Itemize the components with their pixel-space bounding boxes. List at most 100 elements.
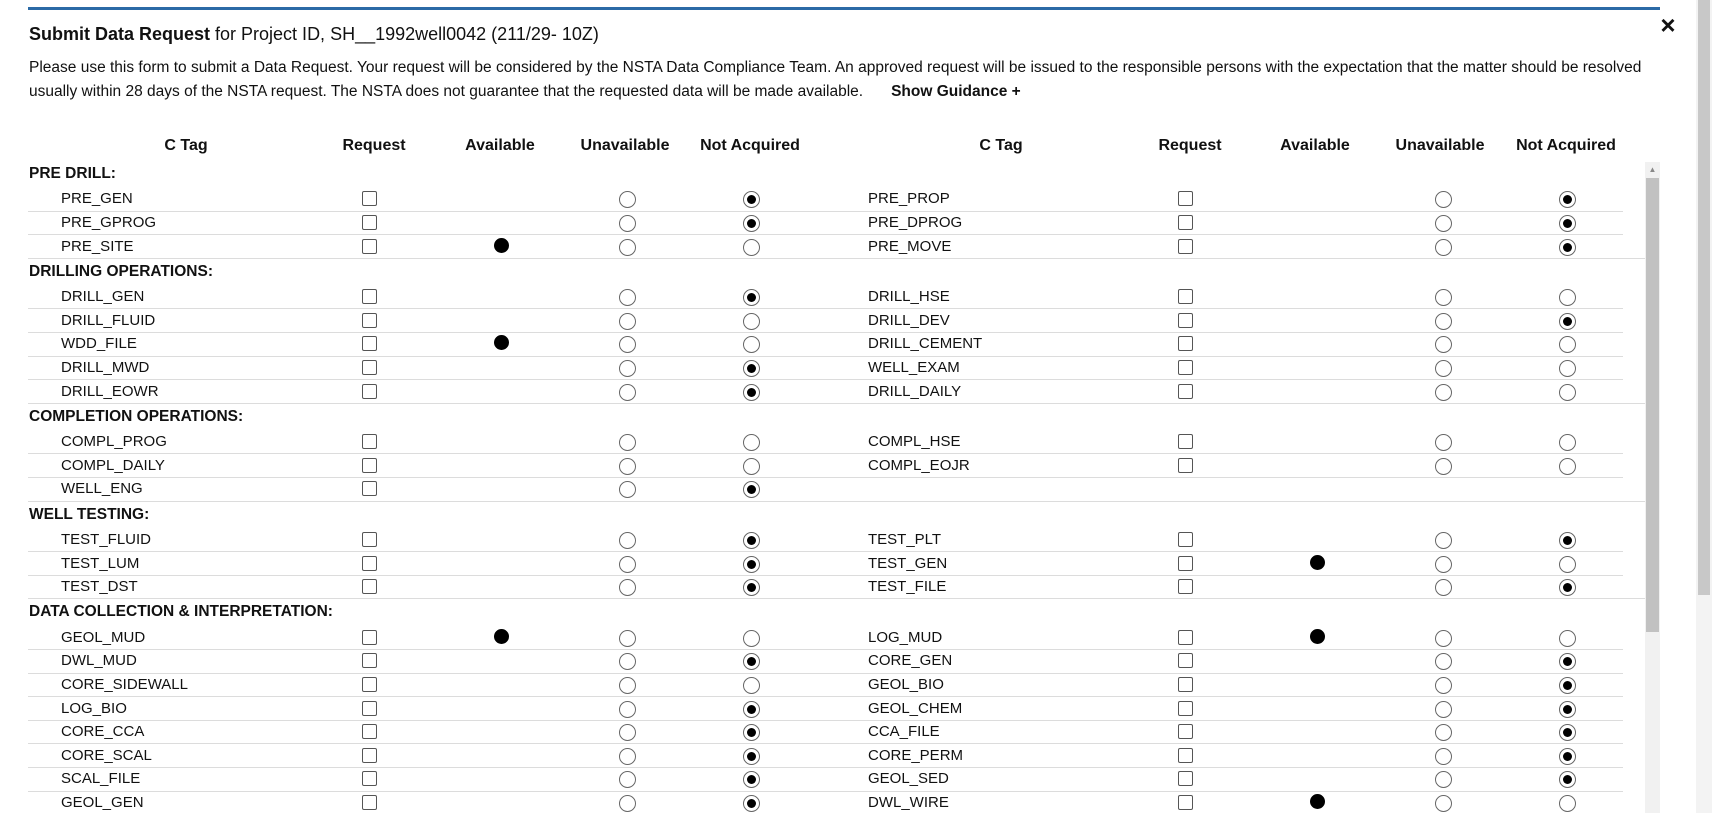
not-acquired-radio[interactable] [743,794,760,812]
unavailable-radio[interactable] [1435,771,1452,789]
unavailable-radio[interactable] [1435,579,1452,597]
unavailable-radio[interactable] [1435,359,1452,377]
not-acquired-radio[interactable] [743,629,760,647]
not-acquired-radio[interactable] [1559,700,1576,718]
unavailable-radio[interactable] [619,481,636,499]
table-scrollbar[interactable]: ▲ [1645,162,1660,813]
not-acquired-radio[interactable] [1559,312,1576,330]
not-acquired-radio[interactable] [743,531,760,549]
not-acquired-radio[interactable] [1559,191,1576,209]
request-checkbox[interactable] [362,481,377,497]
not-acquired-radio[interactable] [743,555,760,573]
not-acquired-radio[interactable] [743,653,760,671]
not-acquired-radio[interactable] [1559,531,1576,549]
request-checkbox[interactable] [362,457,377,473]
request-checkbox[interactable] [1178,457,1193,473]
request-checkbox[interactable] [362,771,377,787]
not-acquired-radio[interactable] [743,336,760,354]
unavailable-radio[interactable] [1435,747,1452,765]
not-acquired-radio[interactable] [743,771,760,789]
not-acquired-radio[interactable] [743,289,760,307]
not-acquired-radio[interactable] [1559,771,1576,789]
unavailable-radio[interactable] [619,359,636,377]
not-acquired-radio[interactable] [743,724,760,742]
request-checkbox[interactable] [362,555,377,571]
show-guidance-link[interactable]: Show Guidance + [891,83,1021,100]
unavailable-radio[interactable] [619,747,636,765]
unavailable-radio[interactable] [1435,457,1452,475]
unavailable-radio[interactable] [619,312,636,330]
request-checkbox[interactable] [362,359,377,375]
not-acquired-radio[interactable] [1559,383,1576,401]
table-scroll-thumb[interactable] [1646,178,1659,632]
request-checkbox[interactable] [362,289,377,305]
unavailable-radio[interactable] [1435,700,1452,718]
unavailable-radio[interactable] [1435,434,1452,452]
request-checkbox[interactable] [362,238,377,254]
unavailable-radio[interactable] [1435,653,1452,671]
request-checkbox[interactable] [1178,579,1193,595]
not-acquired-radio[interactable] [1559,653,1576,671]
not-acquired-radio[interactable] [743,214,760,232]
request-checkbox[interactable] [362,434,377,450]
request-checkbox[interactable] [1178,629,1193,645]
unavailable-radio[interactable] [1435,336,1452,354]
request-checkbox[interactable] [362,700,377,716]
unavailable-radio[interactable] [1435,214,1452,232]
unavailable-radio[interactable] [619,191,636,209]
request-checkbox[interactable] [362,653,377,669]
request-checkbox[interactable] [1178,794,1193,810]
request-checkbox[interactable] [362,794,377,810]
unavailable-radio[interactable] [619,579,636,597]
request-checkbox[interactable] [362,579,377,595]
request-checkbox[interactable] [1178,653,1193,669]
scroll-up-arrow-icon[interactable]: ▲ [1645,162,1660,177]
request-checkbox[interactable] [1178,434,1193,450]
unavailable-radio[interactable] [619,653,636,671]
not-acquired-radio[interactable] [1559,794,1576,812]
request-checkbox[interactable] [1178,724,1193,740]
request-checkbox[interactable] [1178,383,1193,399]
unavailable-radio[interactable] [619,336,636,354]
not-acquired-radio[interactable] [743,434,760,452]
page-scroll-thumb[interactable] [1698,0,1710,595]
unavailable-radio[interactable] [619,238,636,256]
not-acquired-radio[interactable] [743,312,760,330]
unavailable-radio[interactable] [1435,676,1452,694]
not-acquired-radio[interactable] [1559,359,1576,377]
request-checkbox[interactable] [1178,238,1193,254]
not-acquired-radio[interactable] [1559,555,1576,573]
request-checkbox[interactable] [1178,531,1193,547]
unavailable-radio[interactable] [619,434,636,452]
not-acquired-radio[interactable] [1559,457,1576,475]
not-acquired-radio[interactable] [743,481,760,499]
request-checkbox[interactable] [362,191,377,207]
request-checkbox[interactable] [1178,359,1193,375]
not-acquired-radio[interactable] [743,747,760,765]
not-acquired-radio[interactable] [1559,289,1576,307]
unavailable-radio[interactable] [619,531,636,549]
not-acquired-radio[interactable] [1559,214,1576,232]
unavailable-radio[interactable] [619,383,636,401]
unavailable-radio[interactable] [1435,724,1452,742]
page-scrollbar[interactable] [1696,0,1712,813]
not-acquired-radio[interactable] [743,700,760,718]
not-acquired-radio[interactable] [1559,676,1576,694]
request-checkbox[interactable] [1178,747,1193,763]
request-checkbox[interactable] [362,676,377,692]
not-acquired-radio[interactable] [743,457,760,475]
not-acquired-radio[interactable] [743,383,760,401]
unavailable-radio[interactable] [1435,289,1452,307]
not-acquired-radio[interactable] [1559,579,1576,597]
not-acquired-radio[interactable] [743,238,760,256]
request-checkbox[interactable] [362,747,377,763]
request-checkbox[interactable] [1178,214,1193,230]
unavailable-radio[interactable] [619,676,636,694]
unavailable-radio[interactable] [1435,629,1452,647]
not-acquired-radio[interactable] [743,579,760,597]
unavailable-radio[interactable] [619,214,636,232]
not-acquired-radio[interactable] [1559,434,1576,452]
close-icon[interactable]: × [1654,10,1682,40]
request-checkbox[interactable] [362,531,377,547]
not-acquired-radio[interactable] [1559,747,1576,765]
